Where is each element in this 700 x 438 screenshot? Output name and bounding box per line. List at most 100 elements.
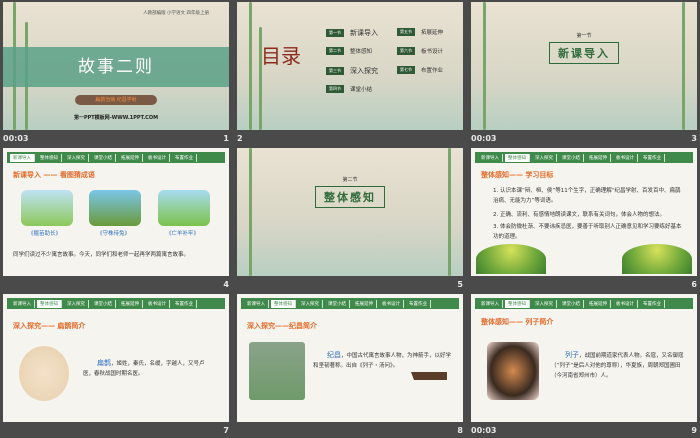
nav-tab[interactable]: 整体感知 — [37, 299, 62, 308]
slide-footer-1: 00:03 1 — [3, 130, 229, 146]
toc-item[interactable]: 第四节 课堂小结 — [326, 85, 372, 93]
nav-tab[interactable]: 深入探究 — [64, 153, 89, 162]
nav-tab[interactable]: 拓展延伸 — [118, 299, 143, 308]
site-text: 第一PPT模板网-WWW.1PPT.COM — [73, 115, 159, 121]
slide-footer-5: 5 — [237, 276, 463, 292]
toc-item[interactable]: 第三节 深入探究 — [326, 66, 378, 76]
portrait-image — [487, 342, 539, 400]
lesson-badge: 扁鹊治病 纪昌学射 — [75, 95, 157, 105]
caption: 《守株待兔》 — [97, 231, 131, 237]
nav-tab[interactable]: 整体感知 — [271, 299, 296, 308]
toc-tag: 第六节 — [397, 47, 415, 55]
nav-tab[interactable]: 板书设计 — [379, 299, 404, 308]
nav-tab[interactable]: 课堂小结 — [91, 299, 116, 308]
toc-tag: 第三节 — [326, 67, 344, 75]
nav-tab[interactable]: 拓展延伸 — [118, 153, 143, 162]
slide-thumbnail-8[interactable]: 新课导入 整体感知 深入探究 课堂小结 拓展延伸 板书设计 布置作业 深入探究——纪昌简介 … — [237, 294, 463, 422]
toc-label: 新课导入 — [350, 29, 378, 37]
slide-footer-3: 00:03 3 — [471, 130, 697, 146]
nav-tab[interactable]: 板书设计 — [613, 153, 638, 162]
slide-number: 1 — [223, 133, 229, 143]
slide-number: 5 — [457, 279, 463, 289]
toc-label: 布置作业 — [421, 68, 444, 74]
toc-tag: 第五节 — [397, 28, 415, 36]
slide-nav-bar: 新课导入 整体感知 深入探究 课堂小结 拓展延伸 板书设计 布置作业 — [7, 298, 225, 309]
toc-label: 深入探究 — [350, 67, 378, 75]
nav-tab[interactable]: 整体感知 — [505, 153, 530, 162]
nav-tab[interactable]: 拓展延伸 — [586, 299, 611, 308]
slide-timing: 00:03 — [471, 133, 497, 143]
slide-footer-8: 8 — [237, 422, 463, 438]
section-title: 新课导入 — [549, 42, 619, 64]
portrait-image — [19, 346, 69, 401]
nav-tab[interactable]: 整体感知 — [37, 153, 62, 162]
nav-tab[interactable]: 拓展延伸 — [586, 153, 611, 162]
nav-tab[interactable]: 布置作业 — [640, 153, 665, 162]
toc-tag: 第七节 — [397, 66, 415, 74]
slide-thumbnail-2[interactable]: 目录 第一节 新课导入 第二节 整体感知 第三节 深入探究 第四节 课堂小结 第五节 拓展延伸 第六… — [237, 2, 463, 130]
toc-item[interactable]: 第二节 整体感知 — [326, 47, 372, 55]
nav-tab[interactable]: 新课导入 — [244, 299, 269, 308]
nav-tab[interactable]: 新课导入 — [478, 299, 503, 308]
nav-tab[interactable]: 布置作业 — [172, 299, 197, 308]
slide-footer-6: 6 — [471, 276, 697, 292]
toc-item[interactable]: 第一节 新课导入 — [326, 28, 378, 38]
nav-tab[interactable]: 深入探究 — [532, 153, 557, 162]
slide-thumbnail-7[interactable]: 新课导入 整体感知 深入探究 课堂小结 拓展延伸 板书设计 布置作业 深入探究—— 扁鹊简介… — [3, 294, 229, 422]
slide-nav-bar: 新课导入 整体感知 深入探究 课堂小结 拓展延伸 板书设计 布置作业 — [475, 152, 693, 163]
nav-tab[interactable]: 深入探究 — [298, 299, 323, 308]
objective-1: 1. 认识本课“辩、桓、侯”等11个生字，正确理解“纪昌学射、百发百中、扁鹊治病… — [493, 188, 681, 204]
nav-tab[interactable]: 深入探究 — [532, 299, 557, 308]
slide-thumbnail-4[interactable]: 新课导入 整体感知 深入探究 课堂小结 拓展延伸 板书设计 布置作业 新课导入 —— 看图猜… — [3, 148, 229, 276]
nav-tab[interactable]: 新课导入 — [10, 153, 35, 162]
slide-title: 故事二则 — [3, 47, 229, 87]
illustration-image — [158, 190, 210, 226]
nav-tab[interactable]: 课堂小结 — [325, 299, 350, 308]
subtitle-text: 人教部编版 小学语文 四年级上册 — [143, 11, 209, 16]
nav-tab[interactable]: 课堂小结 — [559, 299, 584, 308]
slide-thumbnail-6[interactable]: 新课导入 整体感知 深入探究 课堂小结 拓展延伸 板书设计 布置作业 整体感知—— 学习目标… — [471, 148, 697, 276]
slide-number: 9 — [691, 425, 697, 435]
bamboo-decoration — [249, 148, 252, 276]
toc-tag: 第一节 — [326, 29, 344, 37]
nav-tab[interactable]: 板书设计 — [145, 299, 170, 308]
nav-tab[interactable]: 深入探究 — [64, 299, 89, 308]
toc-item[interactable]: 第七节 布置作业 — [397, 66, 443, 74]
nav-tab[interactable]: 布置作业 — [640, 299, 665, 308]
nav-tab[interactable]: 板书设计 — [145, 153, 170, 162]
slide-thumbnail-5[interactable]: 第二节 整体感知 — [237, 148, 463, 276]
nav-tab[interactable]: 新课导入 — [478, 153, 503, 162]
slide-thumbnail-9[interactable]: 新课导入 整体感知 深入探究 课堂小结 拓展延伸 板书设计 布置作业 整体感知—— 列子简介… — [471, 294, 697, 422]
illustration-image — [21, 190, 73, 226]
nav-tab[interactable]: 新课导入 — [10, 299, 35, 308]
pavilion-decoration — [411, 372, 447, 412]
toc-item[interactable]: 第六节 板书设计 — [397, 47, 443, 55]
slide-thumbnail-3[interactable]: 第一节 新课导入 — [471, 2, 697, 130]
nav-tab[interactable]: 整体感知 — [505, 299, 530, 308]
slide-number: 3 — [691, 133, 697, 143]
section-number: 第一节 — [576, 33, 592, 39]
objective-2: 2. 正确、流利、有感情地朗读课文，联系有关词句，体会人物的想法。 — [493, 212, 665, 218]
nav-tab[interactable]: 课堂小结 — [91, 153, 116, 162]
toc-label: 课堂小结 — [350, 87, 373, 93]
person-name: 扁鹊 — [97, 359, 111, 367]
section-header: 第二节 整体感知 — [315, 176, 385, 208]
illustration-image — [249, 342, 305, 400]
nav-tab[interactable]: 布置作业 — [406, 299, 431, 308]
slide-thumbnail-1[interactable]: 人教部编版 小学语文 四年级上册 故事二则 扁鹊治病 纪昌学射 第一PPT模板网… — [3, 2, 229, 130]
slide-footer-7: 7 — [3, 422, 229, 438]
toc-item[interactable]: 第五节 拓展延伸 — [397, 28, 443, 36]
bio-text: 列子，战国前期道家代表人物。名寇，又名御寇（“列子”是后人对他的尊称），华夏族，… — [551, 351, 684, 379]
nav-tab[interactable]: 拓展延伸 — [352, 299, 377, 308]
objective-3: 3. 体会防微杜渐、不要讳疾忌医，要善于听取别人正确意见和学习要练好基本功的道理… — [493, 224, 682, 240]
bamboo-decoration — [448, 148, 451, 276]
slide-footer-4: 4 — [3, 276, 229, 292]
nav-tab[interactable]: 板书设计 — [613, 299, 638, 308]
toc-label: 整体感知 — [350, 49, 373, 55]
nav-tab[interactable]: 课堂小结 — [559, 153, 584, 162]
body-text: 同学们读过不少寓言故事。今天，同学们和老师一起再学两篇寓言故事。 — [13, 252, 190, 258]
nav-tab[interactable]: 布置作业 — [172, 153, 197, 162]
slide-number: 4 — [223, 279, 229, 289]
toc-title: 目录 — [261, 44, 301, 68]
slide-timing: 00:03 — [3, 133, 29, 143]
